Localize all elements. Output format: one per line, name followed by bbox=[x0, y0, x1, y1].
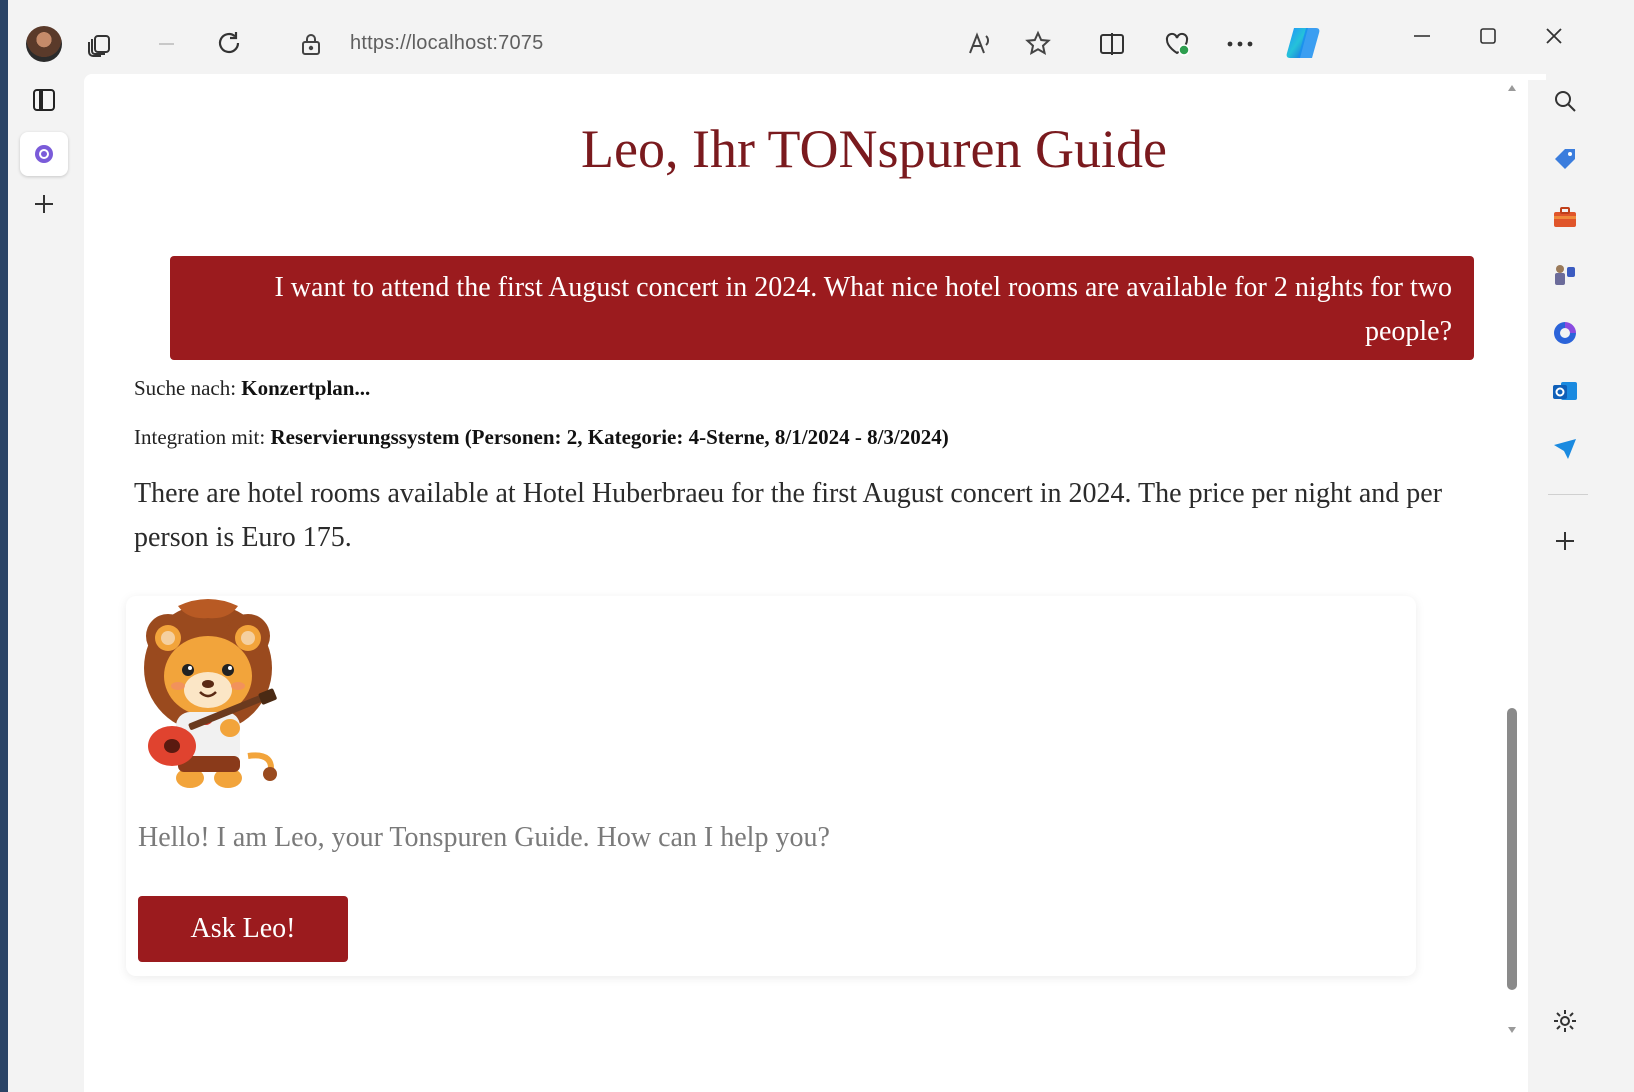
active-tab[interactable] bbox=[20, 132, 68, 176]
tab-favicon-icon bbox=[30, 140, 58, 168]
ask-leo-button[interactable]: Ask Leo! bbox=[138, 896, 348, 962]
star-icon[interactable] bbox=[1020, 26, 1056, 62]
tab-actions-icon[interactable] bbox=[82, 26, 118, 62]
assistant-answer: There are hotel rooms available at Hotel… bbox=[134, 478, 1443, 553]
tools-briefcase-icon[interactable] bbox=[1548, 200, 1582, 234]
search-status: Suche nach: Konzertplan... bbox=[134, 376, 370, 401]
maximize-icon[interactable] bbox=[1468, 18, 1508, 54]
split-screen-icon[interactable] bbox=[1094, 26, 1130, 62]
search-label: Suche nach: bbox=[134, 376, 242, 400]
browser-window: https://localhost:7075 Leo, Ihr TONspure… bbox=[8, 0, 1634, 1092]
read-aloud-icon[interactable] bbox=[962, 26, 998, 62]
copilot-icon[interactable] bbox=[1282, 22, 1324, 64]
integration-label: Integration mit: bbox=[134, 425, 271, 449]
search-value: Konzertplan... bbox=[241, 376, 371, 400]
page-scrollbar[interactable] bbox=[1502, 80, 1522, 1092]
integration-status: Integration mit: Reservierungssystem (Pe… bbox=[134, 425, 949, 450]
outlook-icon[interactable] bbox=[1548, 374, 1582, 408]
scroll-thumb[interactable] bbox=[1507, 708, 1517, 990]
drop-send-icon[interactable] bbox=[1548, 432, 1582, 466]
microsoft365-icon[interactable] bbox=[1548, 316, 1582, 350]
search-icon[interactable] bbox=[1548, 84, 1582, 118]
page-title: Leo, Ihr TONspuren Guide bbox=[581, 119, 1167, 179]
minimize-icon[interactable] bbox=[1402, 18, 1442, 54]
more-icon[interactable] bbox=[1222, 26, 1258, 62]
vertical-tab-strip bbox=[8, 80, 80, 1092]
browser-toolbar: https://localhost:7075 bbox=[8, 0, 1634, 80]
sidebar-toggle-icon[interactable] bbox=[26, 82, 62, 118]
browser-essentials-icon[interactable] bbox=[1158, 24, 1196, 62]
integration-value: Reservierungssystem (Personen: 2, Katego… bbox=[270, 425, 949, 449]
edge-sidebar bbox=[1528, 80, 1634, 1092]
refresh-icon[interactable] bbox=[210, 24, 248, 62]
shopping-tag-icon[interactable] bbox=[1548, 142, 1582, 176]
profile-avatar[interactable] bbox=[26, 26, 62, 62]
games-icon[interactable] bbox=[1548, 258, 1582, 292]
url-text[interactable]: https://localhost:7075 bbox=[350, 32, 543, 55]
user-message-bubble: I want to attend the first August concer… bbox=[170, 256, 1474, 360]
scroll-up-arrow-icon[interactable] bbox=[1506, 82, 1518, 94]
chat-input[interactable]: Hello! I am Leo, your Tonspuren Guide. H… bbox=[138, 822, 830, 854]
scroll-down-arrow-icon[interactable] bbox=[1506, 1024, 1518, 1036]
leo-lion-mascot bbox=[138, 596, 288, 796]
settings-icon[interactable] bbox=[1548, 1004, 1582, 1038]
lock-icon[interactable] bbox=[298, 30, 324, 58]
chat-input-card: Hello! I am Leo, your Tonspuren Guide. H… bbox=[126, 596, 1416, 976]
new-tab-plus-icon[interactable] bbox=[26, 186, 62, 222]
close-icon[interactable] bbox=[1534, 18, 1574, 54]
sidebar-divider bbox=[1548, 494, 1588, 495]
back-arrow-icon[interactable] bbox=[148, 26, 184, 62]
add-icon[interactable] bbox=[1548, 524, 1582, 558]
page-viewport: Leo, Ihr TONspuren Guide I want to atten… bbox=[84, 74, 1546, 1092]
